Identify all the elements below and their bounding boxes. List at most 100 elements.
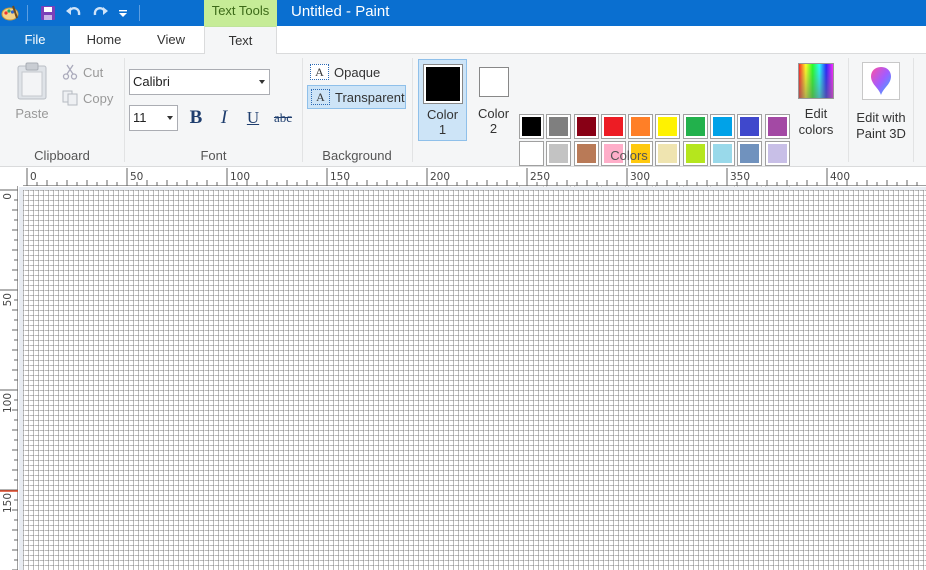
italic-button[interactable]: I [212, 106, 236, 130]
color2-swatch [478, 67, 509, 97]
ruler-label: 250 [530, 171, 550, 183]
font-family-value: Calibri [133, 74, 170, 89]
ruler-label: 300 [630, 171, 650, 183]
opaque-icon: A [310, 64, 329, 80]
palette-swatch[interactable] [655, 114, 681, 139]
palette-swatch-fill [767, 117, 787, 136]
palette-swatch-fill [713, 117, 733, 136]
font-family-dropdown[interactable]: Calibri [129, 69, 270, 95]
cut-button[interactable]: Cut [62, 62, 103, 82]
color2-fill [481, 70, 506, 94]
color1-label-line2: 1 [438, 122, 447, 137]
palette-swatch[interactable] [573, 114, 599, 139]
ruler-label: 150 [2, 493, 14, 513]
palette-swatch[interactable] [737, 114, 763, 139]
copy-button[interactable]: Copy [62, 88, 113, 108]
copy-label: Copy [83, 90, 114, 106]
drawing-canvas[interactable] [23, 190, 926, 570]
clipboard-group-label: Clipboard [34, 148, 90, 163]
color2-button[interactable]: Color 2 [469, 59, 518, 141]
horizontal-ruler: 0 50 100 150 200 250 300 350 400 [23, 168, 926, 186]
quick-access-separator [139, 5, 140, 21]
opaque-button[interactable]: A Opaque [307, 60, 406, 84]
redo-icon[interactable] [90, 3, 110, 23]
palette-swatch-fill [658, 117, 678, 136]
scissors-icon [62, 64, 78, 80]
paste-icon [16, 62, 48, 100]
ruler-label: 150 [330, 171, 350, 183]
edit-colors-button[interactable]: Edit colors [792, 59, 840, 141]
group-separator [412, 58, 413, 162]
ruler-label: 100 [230, 171, 250, 183]
transparent-icon: A [311, 89, 330, 105]
strikethrough-button[interactable]: abc [270, 106, 296, 130]
tab-text[interactable]: Text [204, 26, 277, 55]
edit-colors-label-line1: Edit [804, 106, 828, 121]
palette-swatch[interactable] [710, 114, 736, 139]
tab-file[interactable]: File [0, 26, 70, 54]
paste-label: Paste [15, 106, 49, 121]
paint3d-icon [862, 62, 900, 100]
edit-colors-label-line2: colors [798, 122, 834, 137]
title-bar: Text Tools Untitled - Paint [0, 0, 926, 26]
transparent-label: Transparent [335, 89, 405, 105]
paint-app-icon[interactable] [0, 3, 20, 23]
ribbon: Paste Cut Copy Clipboard Calibri 11 B I … [0, 54, 926, 193]
rainbow-icon [798, 63, 834, 99]
copy-icon [62, 90, 78, 106]
palette-swatch[interactable] [628, 114, 654, 139]
palette-swatch-fill [631, 117, 651, 136]
ruler-label: 400 [830, 171, 850, 183]
group-separator [302, 58, 303, 162]
edit-with-paint3d-button[interactable]: Edit with Paint 3D [853, 59, 909, 141]
group-separator [848, 58, 849, 162]
chevron-down-icon [259, 80, 265, 84]
group-separator [124, 58, 125, 162]
font-size-dropdown[interactable]: 11 [129, 105, 178, 131]
palette-swatch[interactable] [519, 114, 544, 139]
ruler-label: 0 [30, 171, 37, 183]
tab-view[interactable]: View [138, 26, 204, 54]
palette-swatch[interactable] [764, 114, 790, 139]
ruler-label: 350 [730, 171, 750, 183]
opaque-label: Opaque [334, 64, 381, 80]
colors-group-label: Colors [610, 148, 648, 163]
ruler-label: 0 [2, 193, 14, 200]
ruler-label: 200 [430, 171, 450, 183]
palette-swatch[interactable] [682, 114, 708, 139]
color1-fill [425, 67, 460, 101]
palette-swatch-fill [522, 117, 541, 136]
color1-swatch [422, 64, 463, 104]
save-icon[interactable] [38, 3, 58, 23]
undo-icon[interactable] [64, 3, 84, 23]
color1-button[interactable]: Color 1 [418, 59, 467, 141]
chevron-down-icon [167, 116, 173, 120]
text-tools-context-label: Text Tools [204, 0, 277, 26]
font-size-value: 11 [133, 110, 147, 125]
palette-swatch[interactable] [546, 114, 572, 139]
ribbon-tab-row: File Home View Text [0, 26, 926, 55]
palette-swatch-fill [549, 117, 569, 136]
window-title: Untitled - Paint [291, 3, 390, 20]
font-group-label: Font [200, 148, 227, 163]
group-separator [913, 58, 914, 162]
bold-button[interactable]: B [184, 106, 208, 130]
paste-button[interactable]: Paste [10, 60, 54, 126]
ruler-corner [0, 168, 23, 186]
color2-label-line2: 2 [489, 121, 498, 136]
color2-label-line1: Color [477, 106, 510, 121]
background-group-label: Background [322, 148, 392, 163]
ruler-label: 100 [2, 393, 14, 413]
tab-home[interactable]: Home [70, 26, 138, 54]
palette-swatch-fill [685, 117, 705, 136]
transparent-button[interactable]: A Transparent [307, 85, 406, 109]
paint3d-label-line1: Edit with [856, 110, 906, 125]
color1-label-line1: Color [426, 107, 459, 122]
palette-swatch-fill [740, 117, 760, 136]
customize-quick-access-icon[interactable] [113, 3, 133, 23]
underline-button[interactable]: U [241, 106, 265, 130]
palette-swatch[interactable] [600, 114, 626, 139]
palette-swatch-fill [603, 117, 623, 136]
ruler-label: 50 [130, 171, 143, 183]
canvas-workspace[interactable] [19, 187, 926, 570]
